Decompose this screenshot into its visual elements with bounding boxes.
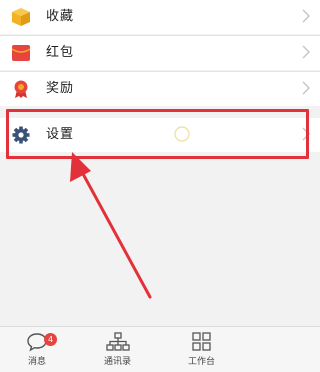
highlight-box [6, 109, 309, 159]
org-chart-icon [106, 332, 130, 351]
tab-label: 消息 [28, 357, 47, 367]
menu-item-rewards[interactable]: 奖励 [0, 72, 320, 106]
menu-item-label: 奖励 [46, 81, 75, 96]
menu-item-label: 红包 [46, 45, 75, 60]
tab-contacts[interactable]: 通讯录 [86, 327, 136, 372]
tab-label: 工作台 [188, 357, 216, 367]
award-ribbon-icon [14, 80, 28, 98]
chevron-right-icon [302, 45, 310, 59]
red-envelope-icon [11, 45, 31, 61]
tab-workbench[interactable]: 工作台 [182, 327, 222, 372]
tab-label: 通讯录 [104, 357, 132, 367]
chevron-right-icon [302, 9, 310, 23]
grid-apps-icon [192, 332, 211, 351]
tab-messages[interactable]: 消息 [22, 327, 62, 372]
unread-badge: 4 [44, 333, 57, 346]
menu-item-label: 收藏 [46, 9, 75, 24]
box-icon [12, 8, 30, 26]
chevron-right-icon [302, 81, 310, 95]
menu-item-favorites[interactable]: 收藏 [0, 0, 320, 34]
menu-item-red-envelope[interactable]: 红包 [0, 36, 320, 70]
